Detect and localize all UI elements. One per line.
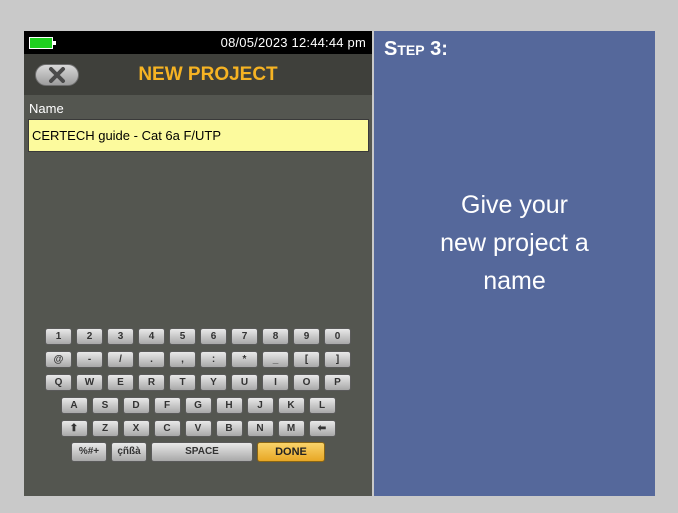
key[interactable]: B — [215, 420, 243, 437]
key[interactable]: E — [107, 374, 134, 391]
key[interactable]: 1 — [45, 328, 72, 345]
key[interactable]: L — [308, 397, 336, 414]
step-line: Give your — [461, 191, 568, 219]
key[interactable]: J — [246, 397, 274, 414]
status-bar: 08/05/2023 12:44:44 pm — [24, 31, 372, 54]
datetime: 08/05/2023 12:44:44 pm — [220, 35, 366, 50]
key[interactable]: 3 — [107, 328, 134, 345]
step-title: Step 3: — [384, 38, 448, 60]
key[interactable]: ⬆ — [60, 420, 88, 437]
key[interactable]: N — [246, 420, 274, 437]
name-label: Name — [29, 101, 64, 116]
key[interactable]: 6 — [200, 328, 227, 345]
step-line: name — [483, 267, 546, 295]
key[interactable]: H — [215, 397, 243, 414]
accents-key[interactable]: çñßà — [111, 442, 147, 462]
battery-icon — [29, 37, 56, 49]
keyboard-row-numbers: 1234567890 — [24, 328, 372, 345]
key[interactable]: - — [76, 351, 103, 368]
on-screen-keyboard: 1234567890 @ - /.,: * _[] QWERTYUIOP ASDFGHJ… — [24, 324, 372, 496]
keyboard-row-qwerty: QWERTYUIOP — [24, 374, 372, 391]
key[interactable]: D — [122, 397, 150, 414]
keyboard-row-zxcv: ⬆ Z X C V B N M ⬅ — [24, 420, 372, 437]
key[interactable]: . — [138, 351, 165, 368]
key[interactable]: W — [76, 374, 103, 391]
project-name-input[interactable]: CERTECH guide - Cat 6a F/UTP — [28, 119, 369, 152]
space-key[interactable]: SPACE — [151, 442, 253, 462]
key[interactable]: S — [91, 397, 119, 414]
keyboard-row-asdf: ASDFGHJKL — [24, 397, 372, 414]
key[interactable]: 0 — [324, 328, 351, 345]
done-button[interactable]: DONE — [257, 442, 325, 462]
key[interactable]: 8 — [262, 328, 289, 345]
symbols-key[interactable]: %#+ — [71, 442, 107, 462]
key[interactable]: R — [138, 374, 165, 391]
keyboard-row-symbols: @ - /.,: * _[] — [24, 351, 372, 368]
key[interactable]: Z — [91, 420, 119, 437]
key[interactable]: ⬅ — [308, 420, 336, 437]
key[interactable]: I — [262, 374, 289, 391]
key[interactable]: : — [200, 351, 227, 368]
title-bar: NEW PROJECT — [24, 54, 372, 95]
step-instruction: Give your new project a name — [374, 186, 655, 300]
key[interactable]: ] — [324, 351, 351, 368]
key[interactable]: @ — [45, 351, 72, 368]
key[interactable]: [ — [293, 351, 320, 368]
key[interactable]: P — [324, 374, 351, 391]
key[interactable]: 5 — [169, 328, 196, 345]
key[interactable]: A — [60, 397, 88, 414]
key[interactable]: G — [184, 397, 212, 414]
key[interactable]: _ — [262, 351, 289, 368]
key[interactable]: M — [277, 420, 305, 437]
key[interactable]: F — [153, 397, 181, 414]
key[interactable]: 2 — [76, 328, 103, 345]
key[interactable]: Y — [200, 374, 227, 391]
key[interactable]: K — [277, 397, 305, 414]
key[interactable]: T — [169, 374, 196, 391]
page-title: NEW PROJECT — [138, 64, 278, 85]
key[interactable]: Q — [45, 374, 72, 391]
step-line: new project a — [440, 229, 589, 257]
key[interactable]: / — [107, 351, 134, 368]
key[interactable]: C — [153, 420, 181, 437]
key[interactable]: 9 — [293, 328, 320, 345]
key[interactable]: 4 — [138, 328, 165, 345]
key[interactable]: U — [231, 374, 258, 391]
key[interactable]: X — [122, 420, 150, 437]
keyboard-row-bottom: %#+ çñßà SPACE DONE — [24, 442, 372, 462]
tester-screen: 08/05/2023 12:44:44 pm NEW PROJECT Name … — [24, 31, 372, 496]
key[interactable]: V — [184, 420, 212, 437]
key[interactable]: 7 — [231, 328, 258, 345]
instruction-panel: Step 3: Give your new project a name — [374, 31, 655, 496]
key[interactable]: * — [231, 351, 258, 368]
key[interactable]: , — [169, 351, 196, 368]
key[interactable]: O — [293, 374, 320, 391]
